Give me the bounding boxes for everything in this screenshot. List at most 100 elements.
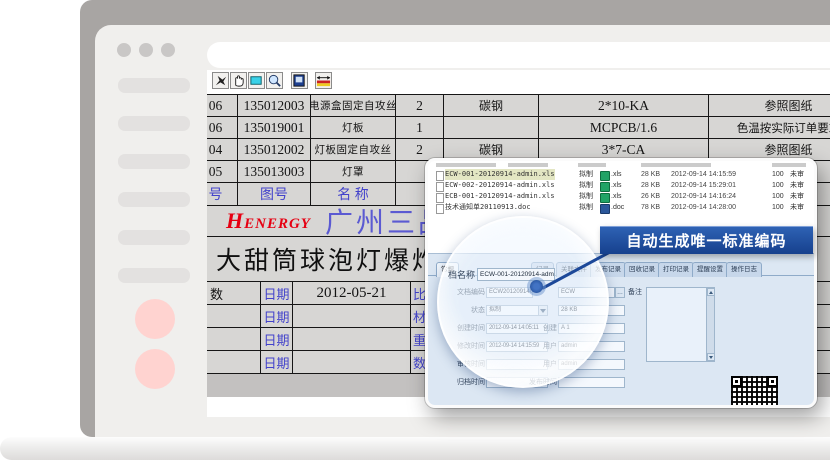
window-dot[interactable] (117, 43, 131, 57)
bom-part-no: 135012003 (238, 95, 311, 117)
doc-name-field[interactable]: ECW-001-20120914-admi (477, 268, 555, 281)
bom-part-no: 135019001 (238, 117, 311, 139)
clipped-row-fragment (772, 163, 806, 167)
file-status: 拟制 (579, 191, 593, 202)
browse-button[interactable]: … (615, 287, 625, 298)
file-ext: .xls (611, 191, 622, 202)
remark-textarea[interactable] (646, 287, 715, 362)
file-progress: 100 (772, 202, 784, 213)
tab-print-log[interactable]: 打印记录 (658, 262, 694, 277)
file-size: 78 KB (641, 202, 660, 213)
date-label: 日期 (261, 328, 293, 351)
bom-qty: 2 (396, 95, 444, 117)
file-progress: 100 (772, 169, 784, 180)
zoom-magnifier-icon[interactable] (266, 72, 283, 89)
table-row: 06 135019001 灯板 1 MCPCB/1.6 色温按实际订单要求 (207, 117, 830, 139)
callout-banner: 自动生成唯一标准编码 (600, 226, 813, 254)
file-name: ECW-002-20120914-admin.xls (445, 180, 555, 191)
publish-time-field[interactable] (558, 377, 625, 388)
title-block-left (207, 351, 261, 374)
file-progress: 100 (772, 180, 784, 191)
zoom-window-icon[interactable] (248, 72, 265, 89)
magnifier-lens: 档名称 ECW-001-20120914-admi (437, 216, 609, 388)
file-size: 28 KB (641, 180, 660, 191)
tab-operation-log[interactable]: 操作日志 (726, 262, 762, 277)
bom-remark: 色温按实际订单要求 (709, 117, 830, 139)
file-name: 技术通知单20110913.doc (445, 202, 531, 213)
bom-spec: MCPCB/1.6 (539, 117, 709, 139)
bom-remark: 参照图纸 (709, 95, 830, 117)
doc-name-label: 档名称 (447, 270, 475, 281)
laptop-base (0, 437, 830, 460)
file-row[interactable]: ECW-002-20120914-admin.xls 拟制 .xls 28 KB… (428, 180, 814, 191)
file-time: 2012-09-14 14:15:59 (671, 169, 736, 180)
page: 06 135012003 电源盒固定自攻丝 2 碳钢 2*10-KA 参照图纸 … (0, 0, 830, 460)
layers-icon[interactable] (291, 72, 308, 89)
date-label: 日期 (261, 305, 293, 328)
bom-material (444, 117, 539, 139)
bom-name: 灯板 (311, 117, 396, 139)
file-flag: 未审 (790, 191, 804, 202)
bom-name: 电源盒固定自攻丝 (311, 95, 396, 117)
company-logo: HENERGY (226, 208, 311, 234)
file-status: 拟制 (579, 169, 593, 180)
table-row: 06 135012003 电源盒固定自攻丝 2 碳钢 2*10-KA 参照图纸 (207, 95, 830, 117)
sidebar-item-placeholder (118, 192, 190, 207)
window-dot[interactable] (161, 43, 175, 57)
title-block-left (207, 328, 261, 351)
sidebar-item-placeholder (118, 268, 190, 283)
file-row[interactable]: ECW-001-20120914-admin.xls 拟制 .xls 28 KB… (428, 169, 814, 180)
file-time: 2012-09-14 14:16:24 (671, 191, 736, 202)
date-value (293, 351, 411, 374)
bom-header-no: 号 (207, 183, 238, 206)
window-dot[interactable] (139, 43, 153, 57)
file-ext: .xls (611, 180, 622, 191)
bom-part-no: 135012002 (238, 139, 311, 161)
title-block-left: 数 (207, 282, 261, 305)
bom-qty: 1 (396, 117, 444, 139)
measure-icon[interactable] (315, 72, 332, 89)
file-time: 2012-09-14 14:28:00 (671, 202, 736, 213)
scroll-down-icon[interactable] (707, 353, 715, 361)
sidebar-item-placeholder (118, 230, 190, 245)
pan-icon[interactable] (212, 72, 229, 89)
date-label: 日期 (261, 282, 293, 305)
code-highlight-dot (530, 280, 543, 293)
date-value: 2012-05-21 (293, 282, 411, 305)
bom-no: 06 (207, 117, 238, 139)
clipped-row-fragment (578, 163, 606, 167)
sidebar-avatar-placeholder (135, 299, 175, 339)
clipped-row-fragment (436, 163, 496, 167)
clipped-row-fragment (641, 163, 711, 167)
sidebar-item-placeholder (118, 78, 190, 93)
bom-no: 04 (207, 139, 238, 161)
bom-name: 灯罩 (311, 161, 396, 183)
title-block-left (207, 305, 261, 328)
file-row[interactable]: 技术通知单20110913.doc 拟制 .doc 78 KB 2012-09-… (428, 202, 814, 213)
date-label: 日期 (261, 351, 293, 374)
date-value (293, 305, 411, 328)
scroll-up-icon[interactable] (707, 288, 715, 296)
file-row[interactable]: ECB-001-20120914-admin.xls 拟制 .xls 26 KB… (428, 191, 814, 202)
sidebar-item-placeholder (118, 154, 190, 169)
hand-icon[interactable] (230, 72, 247, 89)
file-ext: .doc (611, 202, 624, 213)
sidebar-item-placeholder (118, 116, 190, 131)
bom-material: 碳钢 (444, 95, 539, 117)
file-flag: 未审 (790, 180, 804, 191)
word-file-icon (600, 204, 610, 214)
scrollbar[interactable] (706, 288, 714, 361)
address-bar[interactable] (207, 42, 830, 68)
bom-header-drawing-no: 图号 (238, 183, 311, 206)
file-status: 拟制 (579, 202, 593, 213)
file-size: 26 KB (641, 191, 660, 202)
bom-header-name: 名 称 (311, 183, 396, 206)
remark-label: 备注 (628, 287, 642, 298)
tab-recycle-log[interactable]: 回收记录 (624, 262, 660, 277)
clipped-row-fragment (508, 163, 548, 167)
tab-reminder-settings[interactable]: 提醒设置 (692, 262, 728, 277)
file-progress: 100 (772, 191, 784, 202)
date-value (293, 328, 411, 351)
bom-part-no: 135013003 (238, 161, 311, 183)
bom-no: 05 (207, 161, 238, 183)
